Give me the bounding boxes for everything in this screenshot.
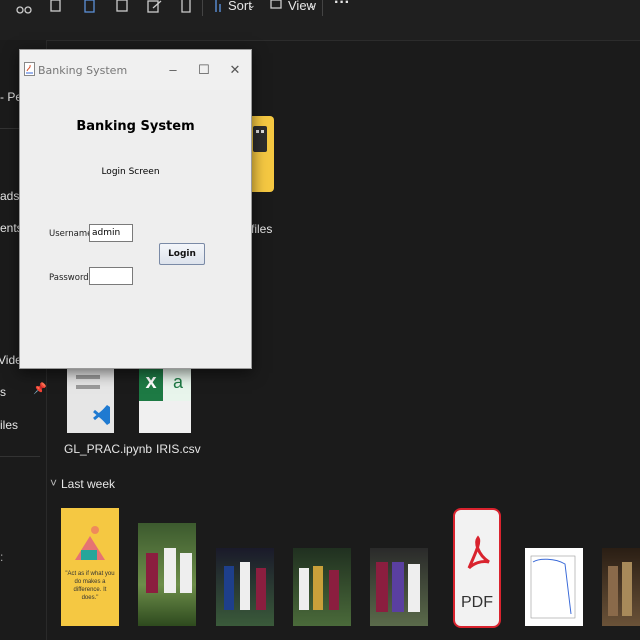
chevron-down-icon: ⌄ [308,0,316,10]
paste-icon[interactable] [82,0,104,14]
poster-thumbnail[interactable]: "Act as if what you do makes a differenc… [61,508,119,626]
password-label: Password: [49,273,92,283]
photo-thumbnail[interactable] [370,548,428,626]
sidebar-item-files[interactable]: iles [0,418,18,432]
photo-thumbnail[interactable] [138,523,196,626]
java-icon [24,62,35,76]
banking-system-window: Banking System – ☐ ✕ Banking System Logi… [19,49,252,369]
screen-subtitle: Login Screen [101,167,160,177]
sidebar-item-downloads[interactable]: ads [0,189,19,203]
section-header[interactable]: Last week [61,477,115,491]
excel-csv-icon[interactable]: x a [139,367,191,433]
toolbar-divider [202,0,203,16]
chevron-down-icon[interactable]: ˅ [50,476,57,490]
plot-image-thumbnail[interactable] [525,548,583,626]
close-button[interactable]: ✕ [225,60,245,80]
app-heading: Banking System [76,119,195,134]
file-name[interactable]: GL_PRAC.ipynb [64,442,152,456]
folder-label[interactable]: files [251,222,272,236]
explorer-toolbar: Sort ⌄ View ⌄ ··· [0,0,640,41]
photo-thumbnail[interactable] [216,548,274,626]
sidebar-divider [0,456,40,457]
login-button[interactable]: Login [159,243,205,265]
pdf-icon[interactable]: PDF [453,508,501,628]
poster-text: "Act as if what you do makes a differenc… [65,571,115,601]
password-field[interactable] [89,267,133,285]
sidebar-item-partial[interactable]: s [0,385,6,399]
photo-thumbnail[interactable] [602,548,640,626]
cut-icon[interactable] [16,0,38,14]
pdf-label: PDF [461,594,493,611]
maximize-button[interactable]: ☐ [194,60,214,80]
share-icon[interactable] [146,0,168,14]
username-field[interactable]: admin [89,224,133,242]
window-titlebar[interactable]: Banking System – ☐ ✕ [20,50,251,90]
photo-thumbnail[interactable] [293,548,351,626]
chevron-down-icon: ⌄ [248,0,256,10]
window-title: Banking System [38,64,128,77]
pin-icon[interactable]: 📌 [33,382,47,395]
toolbar-divider [322,0,323,16]
minimize-button[interactable]: – [163,60,183,80]
more-options-button[interactable]: ··· [334,0,350,12]
rename-icon[interactable] [114,0,136,14]
copy-icon[interactable] [48,0,70,14]
sidebar-item-marker[interactable]: : [0,550,3,564]
folder-icon[interactable] [251,116,274,192]
file-name[interactable]: IRIS.csv [156,442,201,456]
vscode-notebook-icon[interactable] [67,367,114,433]
delete-icon[interactable] [178,0,200,14]
